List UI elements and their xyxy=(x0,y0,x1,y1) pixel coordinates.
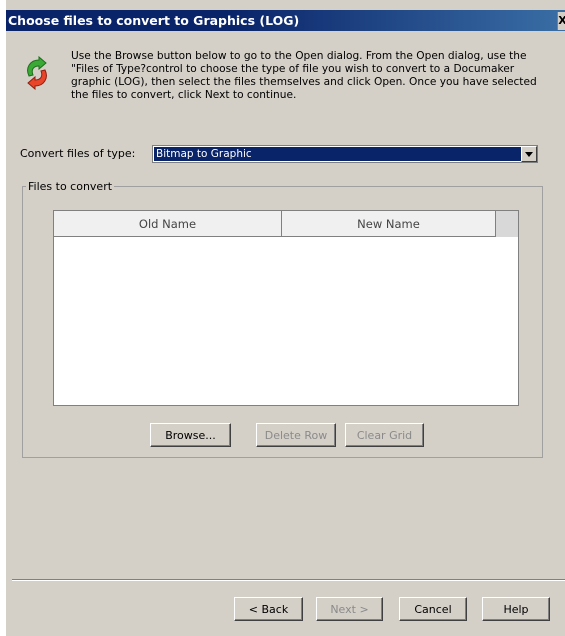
chevron-down-icon xyxy=(525,151,533,157)
convert-dialog: Choose files to convert to Graphics (LOG… xyxy=(6,0,565,636)
convert-type-value: Bitmap to Graphic xyxy=(154,147,521,161)
column-header-old-name[interactable]: Old Name xyxy=(54,211,282,237)
browse-button[interactable]: Browse... xyxy=(150,423,231,447)
back-button[interactable]: < Back xyxy=(234,597,303,621)
clear-grid-button[interactable]: Clear Grid xyxy=(345,423,424,447)
close-icon[interactable]: X xyxy=(557,12,565,30)
title-bar[interactable]: Choose files to convert to Graphics (LOG… xyxy=(6,10,565,31)
convert-type-label: Convert files of type: xyxy=(20,147,136,160)
instructions-text: Use the Browse button below to go to the… xyxy=(71,50,537,101)
next-button[interactable]: Next > xyxy=(316,597,383,621)
column-header-spacer xyxy=(496,211,518,237)
window-title: Choose files to convert to Graphics (LOG… xyxy=(8,13,300,28)
convert-arrows-icon xyxy=(27,56,47,90)
column-header-new-name[interactable]: New Name xyxy=(282,211,496,237)
grid-header: Old Name New Name xyxy=(54,211,518,237)
convert-type-select[interactable]: Bitmap to Graphic xyxy=(152,145,538,163)
files-grid[interactable]: Old Name New Name xyxy=(53,210,519,406)
cancel-button[interactable]: Cancel xyxy=(399,597,467,621)
files-group-legend: Files to convert xyxy=(26,180,115,193)
footer-separator xyxy=(12,579,565,581)
delete-row-button[interactable]: Delete Row xyxy=(256,423,336,447)
help-button[interactable]: Help xyxy=(482,597,550,621)
dropdown-button[interactable] xyxy=(521,146,537,162)
